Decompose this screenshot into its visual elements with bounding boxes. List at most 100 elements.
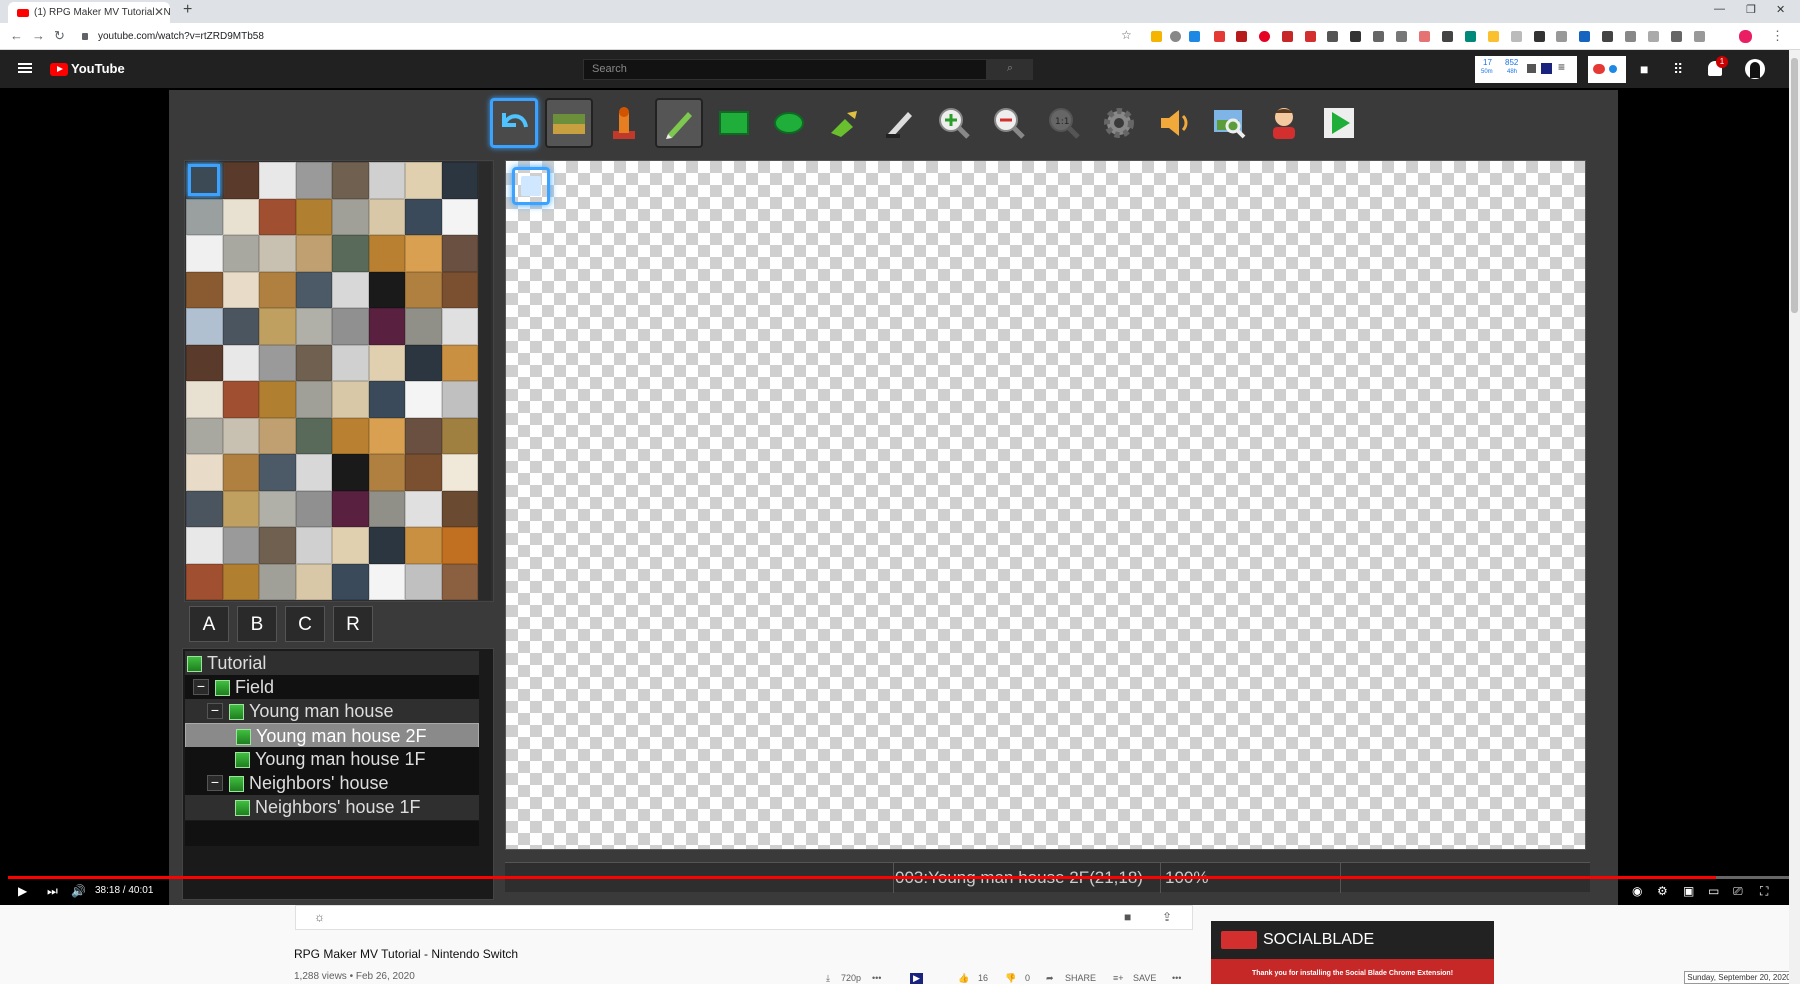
tile[interactable] xyxy=(295,527,332,564)
extension-icon[interactable] xyxy=(1373,31,1384,42)
tile[interactable] xyxy=(259,308,296,345)
tab-close-icon[interactable]: ✕ xyxy=(154,5,164,19)
tile[interactable] xyxy=(259,235,296,272)
tile[interactable] xyxy=(332,162,369,199)
ellipse-tool-button[interactable] xyxy=(765,98,813,148)
tile[interactable] xyxy=(186,417,223,454)
tile[interactable] xyxy=(405,381,442,418)
tile[interactable] xyxy=(405,198,442,235)
tile[interactable] xyxy=(295,454,332,491)
tile[interactable] xyxy=(368,271,405,308)
collapse-icon[interactable]: − xyxy=(207,775,223,791)
tile[interactable] xyxy=(259,198,296,235)
extension-icon[interactable] xyxy=(1189,31,1200,42)
undo-tool-button[interactable] xyxy=(490,98,538,148)
tile[interactable] xyxy=(295,381,332,418)
theater-mode-icon[interactable]: ▭ xyxy=(1708,884,1719,898)
more-actions-icon[interactable]: ••• xyxy=(1172,973,1181,983)
tile[interactable] xyxy=(222,344,259,381)
pinterest-icon[interactable] xyxy=(1259,31,1270,42)
tile[interactable] xyxy=(222,527,259,564)
zoom-in-icon[interactable] xyxy=(930,98,978,148)
tile[interactable] xyxy=(368,344,405,381)
tile[interactable] xyxy=(332,235,369,272)
tile[interactable] xyxy=(332,381,369,418)
extension-icon[interactable] xyxy=(1214,31,1225,42)
extension-icon[interactable] xyxy=(1282,31,1293,42)
map-tree-item[interactable]: Young man house 1F xyxy=(185,747,479,772)
tile[interactable] xyxy=(441,417,478,454)
extension-icon[interactable] xyxy=(1488,31,1499,42)
tile[interactable] xyxy=(441,162,478,199)
extension-icon[interactable] xyxy=(1170,31,1181,42)
tile[interactable] xyxy=(186,563,223,600)
reload-icon[interactable]: ↻ xyxy=(54,28,65,44)
tile[interactable] xyxy=(259,454,296,491)
notifications-bell-icon[interactable]: 1 xyxy=(1708,56,1728,76)
sun-icon[interactable]: ☼ xyxy=(314,910,325,924)
tile[interactable] xyxy=(441,271,478,308)
tile[interactable] xyxy=(368,490,405,527)
play-icon[interactable]: ▶ xyxy=(18,884,27,898)
tile[interactable] xyxy=(222,417,259,454)
tile[interactable] xyxy=(295,162,332,199)
tileset-palette[interactable] xyxy=(184,160,494,602)
tile[interactable] xyxy=(222,381,259,418)
tile[interactable] xyxy=(332,344,369,381)
zoom-out-icon[interactable] xyxy=(985,98,1033,148)
tile[interactable] xyxy=(295,271,332,308)
create-video-icon[interactable]: ■ xyxy=(1640,61,1648,77)
rectangle-tool-button[interactable] xyxy=(710,98,758,148)
tile[interactable] xyxy=(368,235,405,272)
map-layer-tool-button[interactable] xyxy=(545,98,593,148)
tile[interactable] xyxy=(222,162,259,199)
extension-icon[interactable] xyxy=(1534,31,1545,42)
socialblade-stats-widget[interactable]: 17 50m 852 48h ≡ xyxy=(1475,56,1577,83)
tile[interactable] xyxy=(186,381,223,418)
tile[interactable] xyxy=(222,308,259,345)
tile[interactable] xyxy=(259,381,296,418)
extension-icon[interactable] xyxy=(1396,31,1407,42)
new-tab-button[interactable]: + xyxy=(183,1,192,19)
tile[interactable] xyxy=(441,527,478,564)
tile[interactable] xyxy=(368,381,405,418)
tile[interactable] xyxy=(186,308,223,345)
tab-a[interactable]: A xyxy=(189,606,229,642)
like-icon[interactable]: 👍 xyxy=(958,973,969,984)
actual-size-icon[interactable]: 1:1 xyxy=(1040,98,1088,148)
tile[interactable] xyxy=(332,490,369,527)
tile[interactable] xyxy=(222,563,259,600)
scrollbar-thumb[interactable] xyxy=(1791,58,1798,313)
history-icon[interactable] xyxy=(1648,31,1659,42)
youtube-logo[interactable]: YouTube xyxy=(50,61,125,77)
more-icon[interactable]: ••• xyxy=(872,973,881,983)
tile[interactable] xyxy=(441,198,478,235)
forward-icon[interactable]: → xyxy=(32,28,45,43)
tile[interactable] xyxy=(295,308,332,345)
settings-gear-icon[interactable] xyxy=(1095,98,1143,148)
tile[interactable] xyxy=(332,563,369,600)
tile[interactable] xyxy=(259,417,296,454)
shadow-pen-tool-button[interactable] xyxy=(875,98,923,148)
extensions-puzzle-icon[interactable] xyxy=(1671,31,1682,42)
back-icon[interactable]: ← xyxy=(10,28,23,43)
character-generator-icon[interactable] xyxy=(1260,98,1308,148)
tile[interactable] xyxy=(186,527,223,564)
dislike-icon[interactable]: 👎 xyxy=(1005,973,1016,984)
tile[interactable] xyxy=(368,308,405,345)
tile[interactable] xyxy=(295,417,332,454)
tile[interactable] xyxy=(405,344,442,381)
collapse-icon[interactable]: − xyxy=(193,679,209,695)
save-button[interactable]: SAVE xyxy=(1133,973,1156,983)
pencil-tool-button[interactable] xyxy=(655,98,703,148)
hamburger-menu-icon[interactable] xyxy=(18,63,32,73)
account-avatar[interactable] xyxy=(1745,59,1765,79)
tile[interactable] xyxy=(441,308,478,345)
extension-icon[interactable] xyxy=(1625,31,1636,42)
tile[interactable] xyxy=(186,490,223,527)
tile[interactable] xyxy=(405,417,442,454)
tile[interactable] xyxy=(368,198,405,235)
tile[interactable] xyxy=(222,490,259,527)
cast-icon[interactable]: ⎚ xyxy=(1733,884,1743,899)
extension-icon[interactable] xyxy=(1442,31,1453,42)
